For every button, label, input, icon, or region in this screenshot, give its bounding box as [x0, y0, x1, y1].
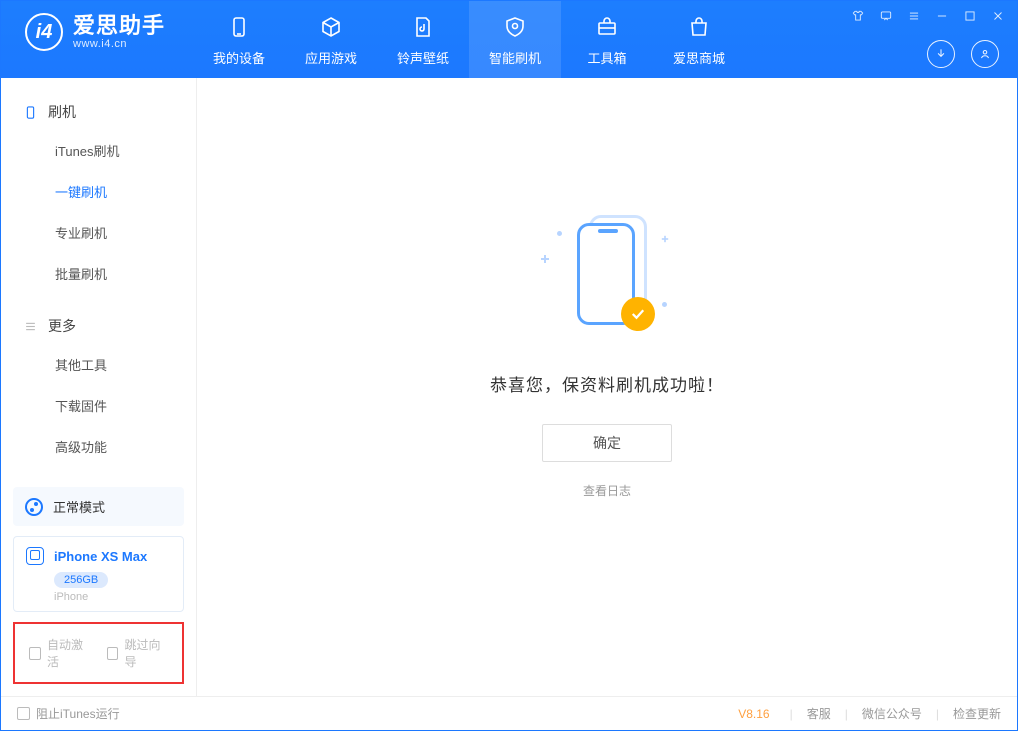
- checkbox-block-itunes-label: 阻止iTunes运行: [36, 705, 120, 722]
- minimize-button[interactable]: [933, 7, 951, 25]
- user-button[interactable]: [971, 40, 999, 68]
- footer: 阻止iTunes运行 V8.16 | 客服 | 微信公众号 | 检查更新: [1, 696, 1017, 730]
- sidebar: 刷机 iTunes刷机 一键刷机 专业刷机 批量刷机 更多 其他工具 下载固件 …: [1, 78, 197, 696]
- status-mode-label: 正常模式: [53, 497, 105, 516]
- status-card[interactable]: 正常模式: [13, 487, 184, 526]
- dot-icon: [557, 231, 562, 236]
- tab-device-label: 我的设备: [213, 48, 265, 67]
- skin-icon[interactable]: [849, 7, 867, 25]
- close-button[interactable]: [989, 7, 1007, 25]
- separator: |: [845, 707, 848, 721]
- header: i4 爱思助手 www.i4.cn 我的设备 应用游戏 铃声壁纸 智能刷机: [1, 1, 1017, 78]
- menu-icon[interactable]: [905, 7, 923, 25]
- checkbox-icon: [17, 707, 30, 720]
- wechat-link[interactable]: 微信公众号: [862, 705, 922, 722]
- device-icon: [26, 547, 44, 565]
- sidebar-group-more: 更多: [1, 308, 196, 344]
- tab-apps[interactable]: 应用游戏: [285, 1, 377, 78]
- brand-logo-icon: i4: [25, 13, 63, 51]
- options-highlight-box: 自动激活 跳过向导: [13, 622, 184, 684]
- device-storage-badge: 256GB: [54, 572, 108, 588]
- body: 刷机 iTunes刷机 一键刷机 专业刷机 批量刷机 更多 其他工具 下载固件 …: [1, 78, 1017, 696]
- sidebar-bottom: 正常模式 iPhone XS Max 256GB iPhone 自动激活 跳过向…: [1, 487, 196, 696]
- view-log-link[interactable]: 查看日志: [583, 482, 631, 499]
- brand-title: 爱思助手: [73, 14, 165, 38]
- sidebar-item-pro[interactable]: 专业刷机: [1, 212, 196, 253]
- sidebar-item-itunes[interactable]: iTunes刷机: [1, 130, 196, 171]
- version-label: V8.16: [738, 707, 769, 721]
- support-link[interactable]: 客服: [807, 705, 831, 722]
- success-message: 恭喜您，保资料刷机成功啦！: [490, 371, 724, 396]
- tab-toolbox[interactable]: 工具箱: [561, 1, 653, 78]
- tab-flash[interactable]: 智能刷机: [469, 1, 561, 78]
- titlebar-actions: [849, 7, 1007, 25]
- check-badge-icon: [621, 297, 655, 331]
- tab-device[interactable]: 我的设备: [193, 1, 285, 78]
- brand: i4 爱思助手 www.i4.cn: [1, 1, 183, 51]
- bag-icon: [686, 14, 712, 40]
- device-icon: [226, 14, 252, 40]
- gear-shield-icon: [502, 14, 528, 40]
- success-illustration: [547, 215, 667, 335]
- sidebar-item-other[interactable]: 其他工具: [1, 344, 196, 385]
- update-link[interactable]: 检查更新: [953, 705, 1001, 722]
- nav-tabs: 我的设备 应用游戏 铃声壁纸 智能刷机 工具箱 爱思商城: [193, 1, 745, 78]
- sidebar-item-firmware[interactable]: 下载固件: [1, 385, 196, 426]
- checkbox-icon: [107, 647, 119, 660]
- brand-text: 爱思助手 www.i4.cn: [73, 14, 165, 50]
- tab-ringtone-label: 铃声壁纸: [397, 48, 449, 67]
- download-button[interactable]: [927, 40, 955, 68]
- maximize-button[interactable]: [961, 7, 979, 25]
- tab-ringtone[interactable]: 铃声壁纸: [377, 1, 469, 78]
- footer-right: V8.16 | 客服 | 微信公众号 | 检查更新: [738, 705, 1001, 722]
- cube-icon: [318, 14, 344, 40]
- toolbox-icon: [594, 14, 620, 40]
- spark-icon: [662, 236, 668, 242]
- dot-icon: [662, 302, 667, 307]
- app-window: i4 爱思助手 www.i4.cn 我的设备 应用游戏 铃声壁纸 智能刷机: [0, 0, 1018, 731]
- main-content: 恭喜您，保资料刷机成功啦！ 确定 查看日志: [197, 78, 1017, 696]
- ok-button[interactable]: 确定: [542, 424, 672, 462]
- sidebar-group-flash: 刷机: [1, 94, 196, 130]
- sidebar-item-oneclick[interactable]: 一键刷机: [1, 171, 196, 212]
- tab-toolbox-label: 工具箱: [588, 48, 627, 67]
- feedback-icon[interactable]: [877, 7, 895, 25]
- checkbox-auto-activate-label: 自动激活: [47, 636, 91, 670]
- music-file-icon: [410, 14, 436, 40]
- sidebar-group-flash-label: 刷机: [48, 102, 76, 122]
- status-mode-icon: [25, 498, 43, 516]
- brand-subtitle: www.i4.cn: [73, 38, 165, 50]
- checkbox-icon: [29, 647, 41, 660]
- device-card[interactable]: iPhone XS Max 256GB iPhone: [13, 536, 184, 612]
- device-name: iPhone XS Max: [54, 549, 147, 564]
- checkbox-skip-guide-label: 跳过向导: [124, 636, 168, 670]
- sidebar-item-advanced[interactable]: 高级功能: [1, 426, 196, 467]
- phone-outline-icon: [23, 105, 38, 120]
- tab-flash-label: 智能刷机: [489, 48, 541, 67]
- spark-icon: [541, 255, 549, 263]
- checkbox-auto-activate[interactable]: 自动激活: [29, 636, 91, 670]
- device-type: iPhone: [54, 591, 171, 603]
- separator: |: [790, 707, 793, 721]
- device-row: iPhone XS Max: [26, 547, 171, 565]
- sidebar-item-batch[interactable]: 批量刷机: [1, 253, 196, 294]
- tab-apps-label: 应用游戏: [305, 48, 357, 67]
- sidebar-group-more-label: 更多: [48, 316, 76, 336]
- tab-store-label: 爱思商城: [673, 48, 725, 67]
- tab-store[interactable]: 爱思商城: [653, 1, 745, 78]
- list-icon: [23, 319, 38, 334]
- checkbox-skip-guide[interactable]: 跳过向导: [107, 636, 169, 670]
- separator: |: [936, 707, 939, 721]
- header-right-actions: [927, 40, 999, 68]
- checkbox-block-itunes[interactable]: 阻止iTunes运行: [17, 705, 120, 722]
